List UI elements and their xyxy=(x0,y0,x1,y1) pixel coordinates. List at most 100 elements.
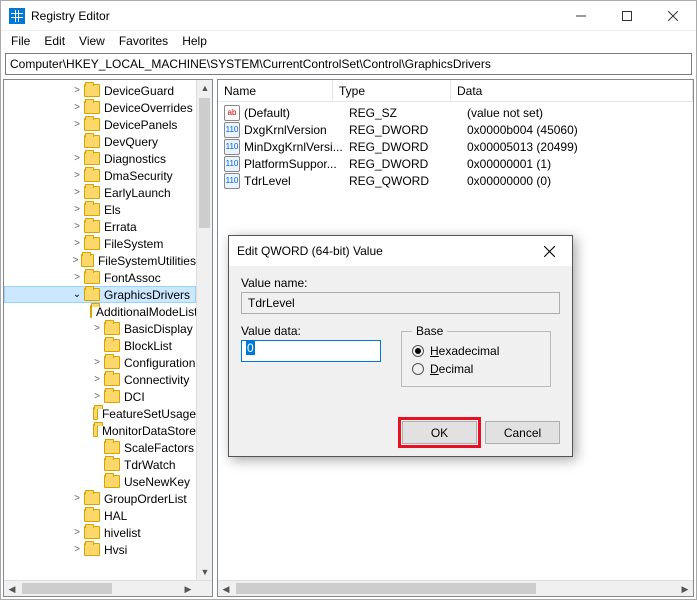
list-row[interactable]: 110TdrLevelREG_QWORD0x00000000 (0) xyxy=(218,172,693,189)
tree-item[interactable]: >BasicDisplay xyxy=(4,320,196,337)
tree-hscroll-thumb[interactable] xyxy=(22,583,112,594)
scroll-left-icon[interactable]: ◀ xyxy=(218,581,234,597)
tree-item[interactable]: TdrWatch xyxy=(4,456,196,473)
tree-item[interactable]: ScaleFactors xyxy=(4,439,196,456)
chevron-icon[interactable]: > xyxy=(70,187,84,198)
scroll-right-icon[interactable]: ▶ xyxy=(180,581,196,597)
list-row[interactable]: ab(Default)REG_SZ(value not set) xyxy=(218,104,693,121)
chevron-icon[interactable]: > xyxy=(90,323,104,334)
radio-hexadecimal[interactable]: Hexadecimal xyxy=(412,342,540,360)
tree-item[interactable]: >GroupOrderList xyxy=(4,490,196,507)
scroll-left-icon[interactable]: ◀ xyxy=(4,581,20,597)
tree-item[interactable]: >Diagnostics xyxy=(4,150,196,167)
folder-icon xyxy=(104,339,120,352)
tree-item[interactable]: > FileSystem xyxy=(4,235,196,252)
tree-item[interactable]: FeatureSetUsage xyxy=(4,405,196,422)
address-bar[interactable]: Computer\HKEY_LOCAL_MACHINE\SYSTEM\Curre… xyxy=(5,53,692,75)
chevron-icon[interactable]: > xyxy=(70,238,84,249)
value-name: (Default) xyxy=(244,106,349,120)
chevron-icon[interactable]: > xyxy=(90,391,104,402)
value-data-label: Value data: xyxy=(241,324,381,338)
tree-item-label: FeatureSetUsage xyxy=(102,407,196,421)
menu-help[interactable]: Help xyxy=(182,34,207,48)
tree-item[interactable]: >DeviceGuard xyxy=(4,82,196,99)
menu-edit[interactable]: Edit xyxy=(44,34,65,48)
tree-vscroll[interactable]: ▲ ▼ xyxy=(196,80,212,580)
dialog-close-button[interactable] xyxy=(534,236,564,266)
tree-item[interactable]: >DeviceOverrides xyxy=(4,99,196,116)
scroll-up-icon[interactable]: ▲ xyxy=(197,80,213,96)
scroll-down-icon[interactable]: ▼ xyxy=(197,564,213,580)
tree-item[interactable]: >Errata xyxy=(4,218,196,235)
menu-favorites[interactable]: Favorites xyxy=(119,34,168,48)
tree-item-label: Connectivity xyxy=(124,373,189,387)
tree-item[interactable]: >FontAssoc xyxy=(4,269,196,286)
tree-item[interactable]: ⌄GraphicsDrivers xyxy=(4,286,196,303)
binary-value-icon: 110 xyxy=(224,122,240,138)
col-header-data[interactable]: Data xyxy=(451,80,693,101)
tree-item-label: FileSystem xyxy=(104,237,163,251)
tree-hscroll[interactable]: ◀ ▶ xyxy=(4,580,212,596)
chevron-icon[interactable]: > xyxy=(70,255,81,266)
folder-icon xyxy=(84,288,100,301)
tree-item-label: AdditionalModeLists xyxy=(96,305,196,319)
tree-item[interactable]: MonitorDataStore xyxy=(4,422,196,439)
value-name: TdrLevel xyxy=(244,174,349,188)
chevron-icon[interactable]: > xyxy=(90,374,104,385)
chevron-icon[interactable]: > xyxy=(70,119,84,130)
value-data-input[interactable]: 0 xyxy=(241,340,381,362)
radio-decimal[interactable]: Decimal xyxy=(412,360,540,378)
minimize-button[interactable] xyxy=(558,1,604,31)
folder-icon xyxy=(84,220,100,233)
tree-pane: >DeviceGuard>DeviceOverrides>DevicePanel… xyxy=(3,79,213,597)
menubar: File Edit View Favorites Help xyxy=(1,31,696,51)
list-row[interactable]: 110DxgKrnlVersionREG_DWORD0x0000b004 (45… xyxy=(218,121,693,138)
tree-item[interactable]: >Configuration xyxy=(4,354,196,371)
chevron-icon[interactable]: > xyxy=(70,221,84,232)
list-row[interactable]: 110MinDxgKrnlVersi...REG_DWORD0x00005013… xyxy=(218,138,693,155)
chevron-icon[interactable]: > xyxy=(90,357,104,368)
tree-item[interactable]: > Connectivity xyxy=(4,371,196,388)
chevron-icon[interactable]: > xyxy=(70,85,84,96)
tree-item-label: DevQuery xyxy=(104,135,158,149)
menu-file[interactable]: File xyxy=(11,34,30,48)
chevron-icon[interactable]: > xyxy=(70,102,84,113)
tree-vscroll-thumb[interactable] xyxy=(199,98,210,228)
chevron-icon[interactable]: > xyxy=(70,153,84,164)
list-hscroll-thumb[interactable] xyxy=(236,583,536,594)
chevron-icon[interactable]: > xyxy=(70,544,84,555)
chevron-icon[interactable]: ⌄ xyxy=(70,289,84,300)
cancel-button[interactable]: Cancel xyxy=(485,421,560,444)
col-header-type[interactable]: Type xyxy=(333,80,451,101)
tree-item[interactable]: BlockList xyxy=(4,337,196,354)
value-name-label: Value name: xyxy=(241,276,560,290)
chevron-icon[interactable]: > xyxy=(70,204,84,215)
tree-item[interactable]: >FileSystemUtilities xyxy=(4,252,196,269)
tree-item-label: HAL xyxy=(104,509,127,523)
tree-item[interactable]: >EarlyLaunch xyxy=(4,184,196,201)
tree-item[interactable]: >DmaSecurity xyxy=(4,167,196,184)
tree-item[interactable]: DevQuery xyxy=(4,133,196,150)
chevron-icon[interactable]: > xyxy=(70,170,84,181)
tree-item[interactable]: > hivelist xyxy=(4,524,196,541)
col-header-name[interactable]: Name xyxy=(218,80,333,101)
scroll-right-icon[interactable]: ▶ xyxy=(677,581,693,597)
dialog-title: Edit QWORD (64-bit) Value xyxy=(237,244,534,258)
menu-view[interactable]: View xyxy=(79,34,105,48)
chevron-icon[interactable]: > xyxy=(70,527,84,538)
tree-item[interactable]: AdditionalModeLists xyxy=(4,303,196,320)
tree-item[interactable]: >Els xyxy=(4,201,196,218)
tree-item[interactable]: UseNewKey xyxy=(4,473,196,490)
tree-item[interactable]: >DevicePanels xyxy=(4,116,196,133)
chevron-icon[interactable]: > xyxy=(70,272,84,283)
ok-button[interactable]: OK xyxy=(402,421,477,444)
list-row[interactable]: 110PlatformSuppor...REG_DWORD0x00000001 … xyxy=(218,155,693,172)
close-button[interactable] xyxy=(650,1,696,31)
tree-item-label: hivelist xyxy=(104,526,141,540)
tree-item[interactable]: >DCI xyxy=(4,388,196,405)
tree-item[interactable]: HAL xyxy=(4,507,196,524)
maximize-button[interactable] xyxy=(604,1,650,31)
tree-item[interactable]: >Hvsi xyxy=(4,541,196,558)
chevron-icon[interactable]: > xyxy=(70,493,84,504)
list-hscroll[interactable]: ◀ ▶ xyxy=(218,580,693,596)
